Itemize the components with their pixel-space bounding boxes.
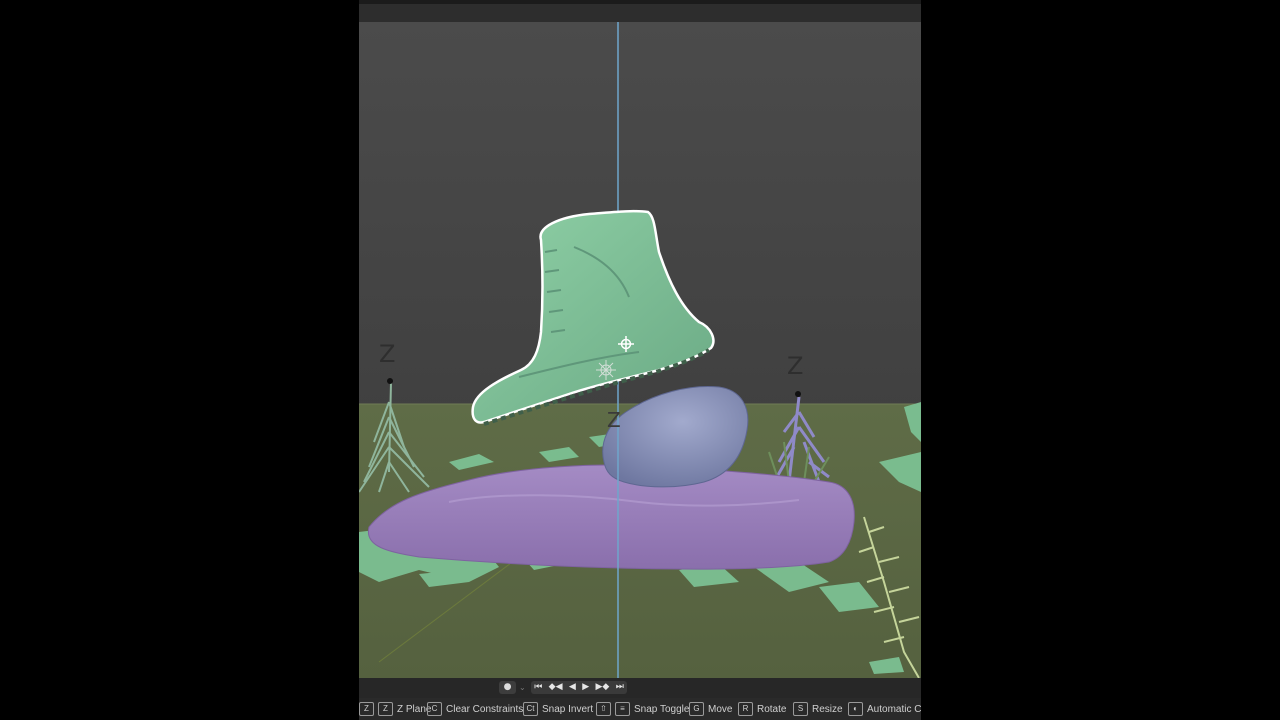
status-bar: Z Z Z Plane C Clear Constraints Ct Snap … [359,698,921,720]
s-key-icon: S [793,702,808,716]
play-icon[interactable]: ▶ [582,681,589,694]
g-key-icon: G [689,702,704,716]
record-dot-icon[interactable]: ● [499,681,516,694]
status-automatic-constraint: ◐ Automatic Co [848,698,921,720]
status-snap-invert: Ct Snap Invert [523,698,593,720]
status-z-plane: Z Z Z Plane [359,698,431,720]
jump-end-icon[interactable]: ⏭ [616,681,624,694]
status-rotate: R Rotate [738,698,786,720]
timeline-controls: ● ⌄ ⏮ ◆◀ ◀ ▶ ▶◆ ⏭ [359,678,921,698]
z-key-icon: Z [378,702,393,716]
status-label: Automatic Co [867,703,921,715]
status-label: Rotate [757,703,787,715]
status-label: Resize [812,703,843,715]
mouse-icon: ◐ [848,702,863,716]
prev-keyframe-icon[interactable]: ◆◀ [549,681,563,694]
c-key-icon: C [427,702,442,716]
status-clear-constraints: C Clear Constraints [427,698,523,720]
axis-label-z-center: Z [607,408,621,432]
axis-label-z-left: Z [379,340,395,368]
status-move: G Move [689,698,732,720]
r-key-icon: R [738,702,753,716]
playback-buttons: ⏮ ◆◀ ◀ ▶ ▶◆ ⏭ [531,681,627,694]
status-resize: S Resize [793,698,843,720]
empty-marker-right [795,391,801,397]
left-letterbox [0,0,359,720]
tab-key-icon: ≡ [615,702,630,716]
empty-marker-left [387,378,393,384]
jump-start-icon[interactable]: ⏮ [534,681,542,694]
status-label: Snap Toggle [634,703,690,715]
3d-viewport[interactable]: Z Z Z [359,22,921,678]
play-reverse-icon[interactable]: ◀ [569,681,576,694]
status-label: Clear Constraints [446,703,524,715]
blender-window: Z Z Z ● ⌄ ⏮ ◆◀ ◀ ▶ ▶◆ ⏭ Z Z Z Plane C Cl… [359,0,921,720]
right-letterbox [921,0,1280,720]
status-snap-toggle: ⇧ ≡ Snap Toggle [596,698,689,720]
shift-key-icon: ⇧ [596,702,611,716]
status-label: Snap Invert [542,703,594,715]
axis-label-z-right: Z [787,352,803,380]
viewport-header [359,0,921,23]
shift-key-icon: Z [359,702,374,716]
status-label: Move [708,703,733,715]
next-keyframe-icon[interactable]: ▶◆ [595,681,609,694]
ctrl-key-icon: Ct [523,702,538,716]
header-strip [359,0,921,4]
chevron-down-icon[interactable]: ⌄ [519,681,527,694]
